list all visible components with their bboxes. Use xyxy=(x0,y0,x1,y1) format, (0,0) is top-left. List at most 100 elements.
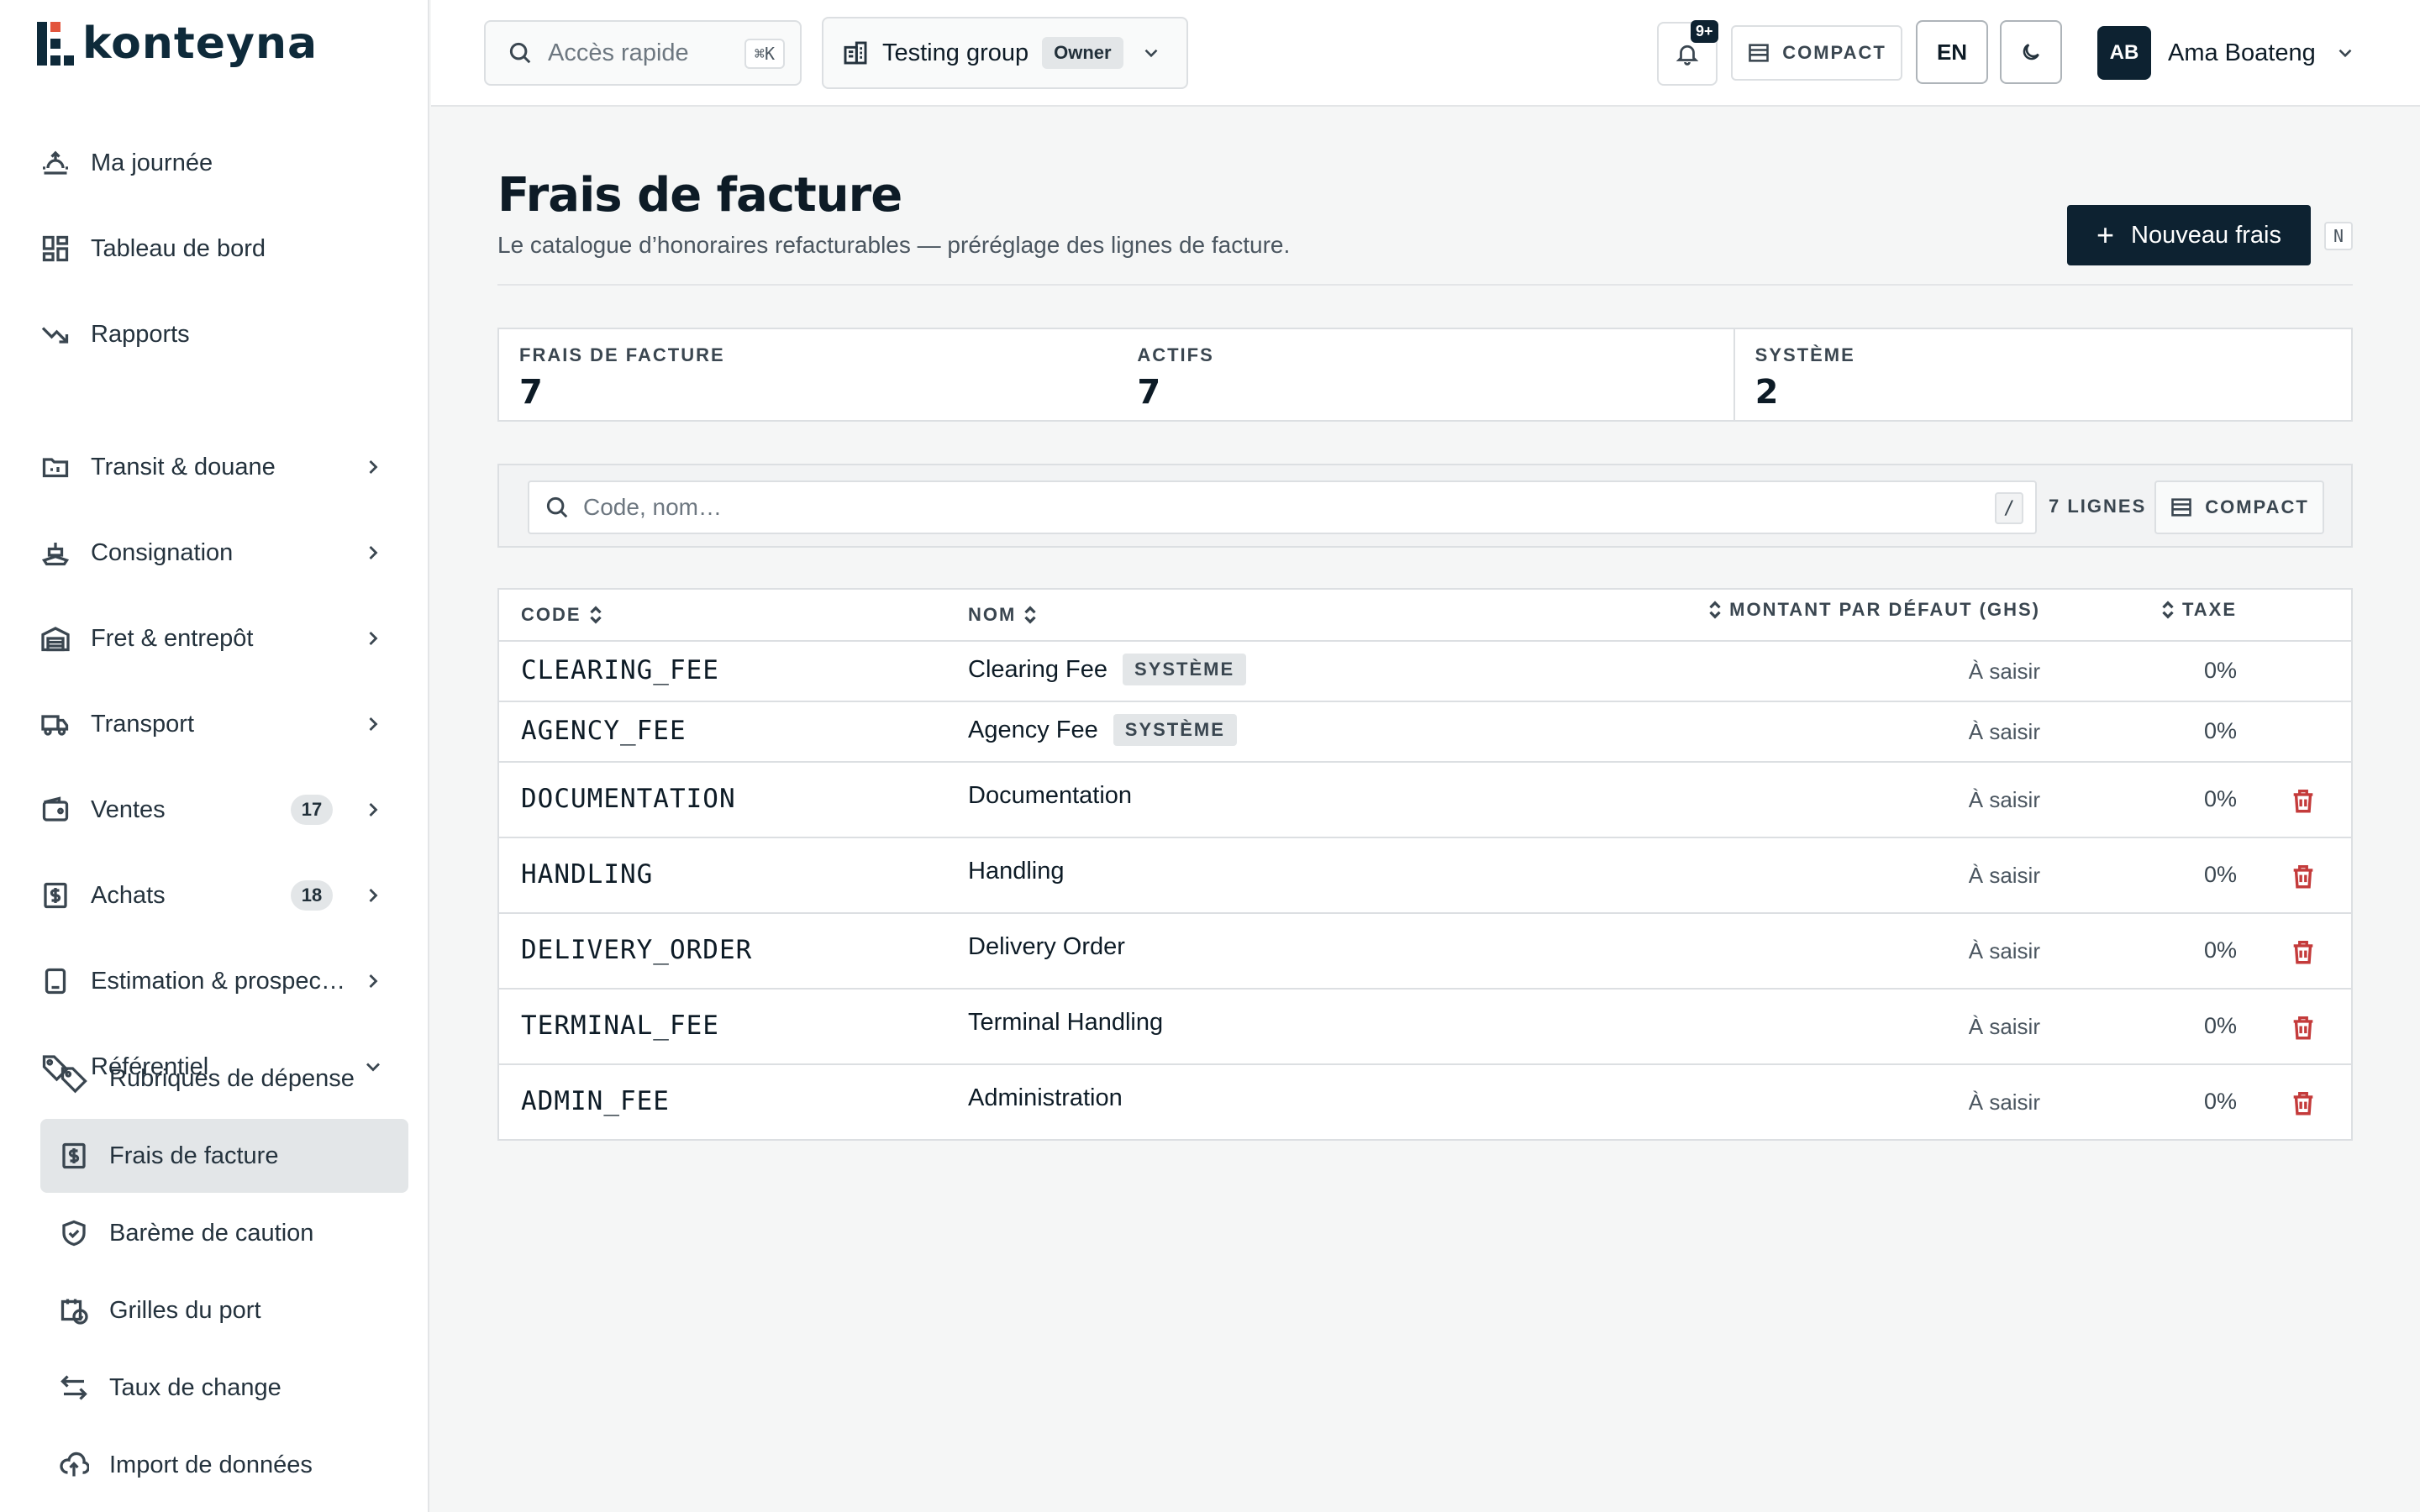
new-fee-button[interactable]: + Nouveau frais xyxy=(2067,205,2311,265)
sort-icon xyxy=(1024,606,1036,624)
column-header-amount[interactable]: MONTANT PAR DÉFAUT (GHS) xyxy=(1701,585,2040,635)
stat-system: SYSTÈME 2 xyxy=(1733,329,2351,420)
delete-button[interactable] xyxy=(2289,1089,2317,1117)
group-switcher[interactable]: Testing group Owner xyxy=(822,17,1188,89)
table-row[interactable]: DELIVERY_ORDER Delivery Order À saisir 0% xyxy=(499,914,2351,990)
sidebar-item-ventes[interactable]: Ventes 17 xyxy=(40,776,407,843)
sidebar-subitem-taux-de-change[interactable]: Taux de change xyxy=(40,1351,408,1425)
sidebar-subitem-grilles-du-port[interactable]: Grilles du port xyxy=(40,1273,408,1347)
fee-tax: 0% xyxy=(2203,937,2237,963)
fee-name: Agency Fee xyxy=(968,716,1098,743)
page-subtitle: Le catalogue d’honoraires refacturables … xyxy=(497,232,1291,258)
table-row[interactable]: DOCUMENTATION Documentation À saisir 0% xyxy=(499,763,2351,838)
user-menu[interactable]: AB Ama Boateng xyxy=(2097,25,2356,81)
quick-access-placeholder: Accès rapide xyxy=(548,39,689,66)
sidebar-item-label: Estimation & prospec… xyxy=(91,967,346,995)
sidebar-item-transit-douane[interactable]: Transit & douane xyxy=(40,433,407,501)
column-header-tax[interactable]: TAXE xyxy=(2154,585,2237,635)
calculator-icon xyxy=(40,966,71,996)
sidebar-subitem-import-de-donnees[interactable]: Import de données xyxy=(40,1428,408,1502)
fee-default-amount: À saisir xyxy=(1968,1089,2040,1115)
column-header-code[interactable]: CODE xyxy=(521,590,610,640)
sidebar-item-fret-entrepot[interactable]: Fret & entrepôt xyxy=(40,605,407,672)
fee-code: AGENCY_FEE xyxy=(521,716,687,746)
brand-logo[interactable]: konteyna xyxy=(37,18,318,69)
sidebar-item-label: Rapports xyxy=(91,320,190,348)
table-row[interactable]: AGENCY_FEE Agency Fee SYSTÈME À saisir 0% xyxy=(499,702,2351,763)
page-title: Frais de facture xyxy=(497,168,902,223)
fee-name-cell: Handling xyxy=(968,858,1064,885)
sunrise-icon xyxy=(40,148,71,178)
sidebar-subitem-rubriques-de-depense[interactable]: Rubriques de dépense xyxy=(40,1042,408,1116)
fee-name: Clearing Fee xyxy=(968,655,1108,683)
sidebar-item-label: Transport xyxy=(91,710,195,738)
wallet-icon xyxy=(40,795,71,825)
notifications-button[interactable]: 9+ xyxy=(1657,20,1718,86)
count-badge: 17 xyxy=(291,795,333,825)
sidebar-subitem-frais-de-facture[interactable]: Frais de facture xyxy=(40,1119,408,1193)
fee-default-amount: À saisir xyxy=(1968,719,2040,744)
table-row[interactable]: ADMIN_FEE Administration À saisir 0% xyxy=(499,1065,2351,1141)
arrows-swap-icon xyxy=(59,1373,89,1403)
fee-tax: 0% xyxy=(2203,658,2237,683)
sort-icon xyxy=(2162,601,2174,619)
sidebar-item-consignation[interactable]: Consignation xyxy=(40,519,407,586)
fee-name-cell: Clearing Fee SYSTÈME xyxy=(968,654,1247,685)
fee-tax: 0% xyxy=(2203,1013,2237,1038)
chevron-down-icon xyxy=(1140,42,1162,64)
sidebar-item-rapports[interactable]: Rapports xyxy=(40,301,407,368)
trash-icon xyxy=(2293,940,2313,964)
sidebar: konteyna Ma journée Tableau de bord Rappor… xyxy=(0,0,429,1512)
stat-label: FRAIS DE FACTURE xyxy=(519,344,725,365)
sidebar-subitem-bareme-de-caution[interactable]: Barème de caution xyxy=(40,1196,408,1270)
fee-name: Terminal Handling xyxy=(968,1009,1164,1036)
table-search-input[interactable]: Code, nom… / xyxy=(528,480,2037,534)
sidebar-item-ma-journee[interactable]: Ma journée xyxy=(40,129,407,197)
quick-access-search[interactable]: Accès rapide ⌘K xyxy=(484,20,802,86)
fee-code: CLEARING_FEE xyxy=(521,655,719,685)
stat-active: ACTIFS 7 xyxy=(1115,329,1733,420)
sidebar-item-transport[interactable]: Transport xyxy=(40,690,407,758)
delete-button[interactable] xyxy=(2289,1013,2317,1042)
language-button[interactable]: EN xyxy=(1916,20,1988,84)
sidebar-subitem-label: Taux de change xyxy=(109,1373,281,1401)
sidebar-item-label: Achats xyxy=(91,881,166,909)
chevron-right-icon xyxy=(361,798,385,822)
delete-button[interactable] xyxy=(2289,786,2317,815)
stat-value: 7 xyxy=(519,373,543,412)
fee-default-amount: À saisir xyxy=(1968,938,2040,963)
sidebar-item-label: Fret & entrepôt xyxy=(91,624,254,652)
trash-icon xyxy=(2293,1016,2313,1040)
sidebar-item-tableau-de-bord[interactable]: Tableau de bord xyxy=(40,215,407,282)
table-row[interactable]: CLEARING_FEE Clearing Fee SYSTÈME À saisir 0… xyxy=(499,642,2351,702)
sidebar-subitem-label: Import de données xyxy=(109,1451,313,1478)
chevron-right-icon xyxy=(361,627,385,650)
column-label: MONTANT PAR DÉFAUT (GHS) xyxy=(1729,599,2040,620)
chevron-right-icon xyxy=(361,884,385,907)
theme-toggle-button[interactable] xyxy=(2000,20,2062,84)
fee-code: DOCUMENTATION xyxy=(521,784,736,814)
delete-button[interactable] xyxy=(2289,937,2317,966)
trash-icon xyxy=(2293,789,2313,813)
sidebar-item-achats[interactable]: Achats 18 xyxy=(40,862,407,929)
fee-name: Documentation xyxy=(968,782,1133,809)
compact-toggle-button[interactable]: COMPACT xyxy=(1731,25,1902,81)
fee-tax: 0% xyxy=(2203,718,2237,743)
user-name: Ama Boateng xyxy=(2168,39,2316,66)
fee-name: Delivery Order xyxy=(968,933,1125,960)
table-compact-button[interactable]: COMPACT xyxy=(2154,480,2324,534)
stats-panel: FRAIS DE FACTURE 7 ACTIFS 7 SYSTÈME 2 xyxy=(497,328,2353,422)
search-placeholder: Code, nom… xyxy=(583,494,722,520)
konteyna-logo-icon xyxy=(37,22,74,66)
table-row[interactable]: HANDLING Handling À saisir 0% xyxy=(499,838,2351,914)
sidebar-item-estimation-prospec[interactable]: Estimation & prospec… xyxy=(40,948,407,1015)
table-row[interactable]: TERMINAL_FEE Terminal Handling À saisir 0% xyxy=(499,990,2351,1065)
tag-icon xyxy=(59,1063,89,1094)
rows-icon xyxy=(2171,498,2191,517)
column-header-name[interactable]: NOM xyxy=(968,590,1044,640)
truck-icon xyxy=(40,709,71,739)
sidebar-subitem-label: Rubriques de dépense xyxy=(109,1064,355,1092)
delete-button[interactable] xyxy=(2289,862,2317,890)
fee-code: TERMINAL_FEE xyxy=(521,1011,719,1041)
fee-default-amount: À saisir xyxy=(1968,863,2040,888)
